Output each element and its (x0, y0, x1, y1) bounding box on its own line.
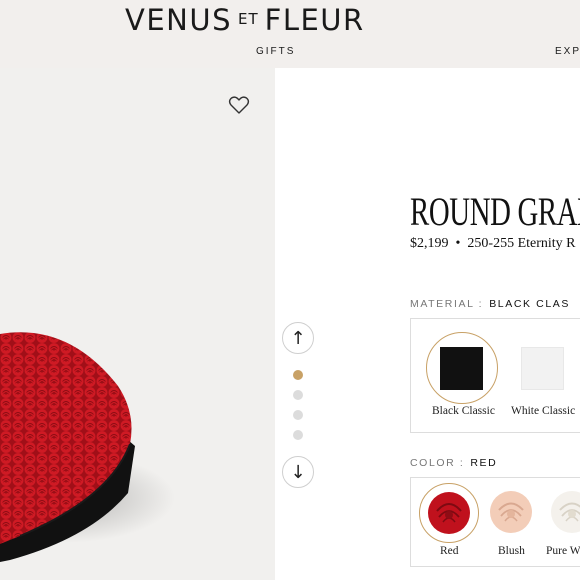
gallery-dot-3[interactable] (293, 410, 303, 420)
material-chip-black (440, 347, 483, 390)
logo-text-et: ET (238, 10, 259, 28)
color-name-blush: Blush (498, 545, 525, 557)
color-name-red: Red (440, 545, 459, 557)
gallery-prev-button[interactable]: ↑ (282, 322, 314, 354)
logo-text-venus: VENUS (125, 3, 232, 37)
material-option-label: MATERIAL : BLACK CLAS (410, 298, 570, 310)
material-swatch-white[interactable] (521, 347, 564, 390)
color-selected-value: RED (470, 457, 498, 469)
nav-item-explore[interactable]: EXP (555, 46, 580, 57)
material-label: MATERIAL : (410, 298, 484, 310)
logo-text-fleur: FLEUR (264, 3, 365, 37)
gallery-next-button[interactable]: ↓ (282, 456, 314, 488)
gallery-dot-2[interactable] (293, 390, 303, 400)
rose-blush-icon[interactable] (488, 489, 534, 535)
brand-logo[interactable]: VENUS ET FLEUR (125, 3, 365, 37)
price-separator: • (455, 236, 461, 251)
product-price: $2,199 (410, 236, 449, 251)
material-selected-value: BLACK CLAS (489, 298, 570, 310)
site-header: VENUS ET FLEUR GIFTS EXP (0, 0, 580, 68)
product-image (0, 332, 175, 562)
rose-white-icon[interactable] (549, 489, 580, 535)
material-name-white: White Classic (511, 405, 576, 417)
material-name-black: Black Classic (432, 405, 495, 417)
color-option-label: COLOR : RED (410, 457, 497, 469)
product-gallery (0, 68, 275, 580)
product-title: ROUND GRAN (410, 189, 580, 234)
color-label: COLOR : (410, 457, 465, 469)
gallery-dot-4[interactable] (293, 430, 303, 440)
product-description: 250-255 Eternity R (467, 236, 576, 251)
arrow-up-icon: ↑ (290, 327, 306, 349)
gallery-dot-1[interactable] (293, 370, 303, 380)
nav-item-gifts[interactable]: GIFTS (256, 46, 295, 57)
color-name-pure-white: Pure W (546, 545, 580, 557)
product-subline: $2,199 • 250-255 Eternity R (410, 236, 576, 252)
rose-red-icon (428, 492, 470, 534)
wishlist-heart-icon[interactable] (227, 94, 251, 116)
arrow-down-icon: ↓ (290, 461, 306, 483)
